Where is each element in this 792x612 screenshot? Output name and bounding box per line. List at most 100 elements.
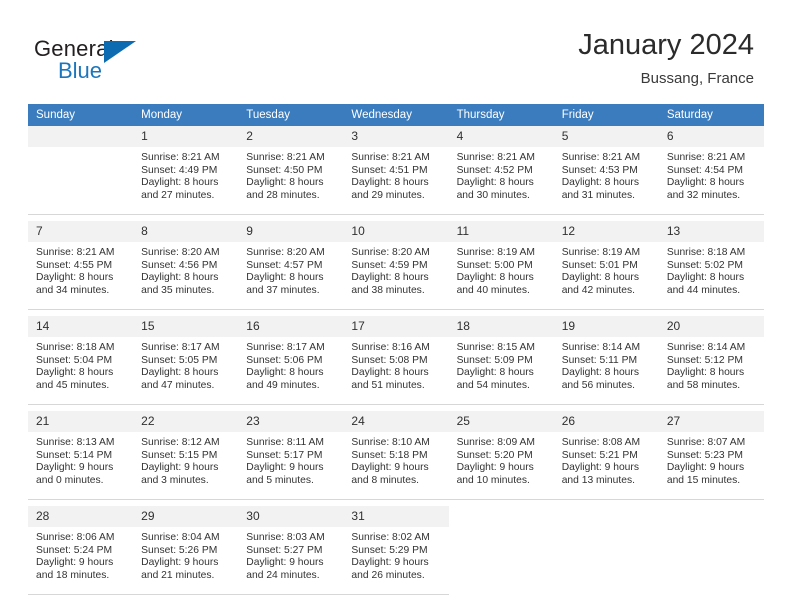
calendar-day-cell[interactable]: 31 Sunrise: 8:02 AM Sunset: 5:29 PM Dayligh… [343,506,449,595]
calendar-day-cell [554,506,659,595]
calendar-day-number [28,126,134,147]
calendar-day-cell[interactable]: 10 Sunrise: 8:20 AM Sunset: 4:59 PM Dayligh… [343,221,449,310]
calendar-day-number: 5 [553,126,659,147]
daylight-text-line2: and 47 minutes. [141,379,215,391]
calendar-day-cell[interactable]: 11 Sunrise: 8:19 AM Sunset: 5:00 PM Dayligh… [448,221,554,310]
daylight-text-line2: and 13 minutes. [561,474,635,486]
daylight-text-line2: and 18 minutes. [36,569,110,581]
sunrise-text: Sunrise: 8:20 AM [351,247,430,258]
calendar-day-content: 23 Sunrise: 8:11 AM Sunset: 5:17 PM Dayligh… [238,411,344,500]
daylight-text-line1: Daylight: 8 hours [141,177,219,189]
calendar-day-cell[interactable]: 13 Sunrise: 8:18 AM Sunset: 5:02 PM Dayligh… [658,221,764,310]
calendar-day-content: 27 Sunrise: 8:07 AM Sunset: 5:23 PM Dayligh… [658,411,764,500]
calendar-day-number: 25 [448,411,554,432]
calendar-day-number: 8 [133,221,239,242]
sunrise-text: Sunrise: 8:21 AM [351,152,430,163]
daylight-text-line2: and 51 minutes. [351,379,425,391]
daylight-text-line2: and 32 minutes. [666,189,741,201]
calendar-table: Sunday Monday Tuesday Wednesday Thursday… [28,104,764,595]
daylight-text-line1: Daylight: 9 hours [36,557,114,569]
calendar-day-cell[interactable]: 27 Sunrise: 8:07 AM Sunset: 5:23 PM Dayligh… [658,411,764,500]
calendar-day-cell[interactable]: 1 Sunrise: 8:21 AM Sunset: 4:49 PM Daylight… [133,126,239,215]
calendar-day-details: Sunrise: 8:21 AM Sunset: 4:52 PM Daylight:… [449,147,554,202]
calendar-day-cell[interactable]: 30 Sunrise: 8:03 AM Sunset: 5:27 PM Dayligh… [238,506,344,595]
sunrise-text: Sunrise: 8:21 AM [456,152,535,163]
calendar-week-row: 14 Sunrise: 8:18 AM Sunset: 5:04 PM Dayligh… [28,316,764,405]
calendar-day-cell[interactable] [28,126,134,215]
brand-logo[interactable]: General Blue [34,36,154,84]
calendar-day-cell[interactable]: 24 Sunrise: 8:10 AM Sunset: 5:18 PM Dayligh… [343,411,449,500]
daylight-text-line1: Daylight: 8 hours [141,367,219,379]
sunrise-text: Sunrise: 8:19 AM [456,247,535,258]
calendar-week-row: 28 Sunrise: 8:06 AM Sunset: 5:24 PM Dayligh… [28,506,764,595]
sunset-text: Sunset: 4:59 PM [351,259,428,271]
sunset-text: Sunset: 5:17 PM [246,449,323,461]
calendar-day-content: 10 Sunrise: 8:20 AM Sunset: 4:59 PM Dayligh… [343,221,449,310]
calendar-day-cell[interactable]: 14 Sunrise: 8:18 AM Sunset: 5:04 PM Dayligh… [28,316,134,405]
calendar-day-cell [449,506,554,595]
calendar-day-cell[interactable]: 21 Sunrise: 8:13 AM Sunset: 5:14 PM Dayligh… [28,411,134,500]
sunrise-text: Sunrise: 8:03 AM [246,532,325,543]
daylight-text-line1: Daylight: 8 hours [246,367,324,379]
calendar-day-number: 14 [28,316,134,337]
calendar-day-cell[interactable]: 2 Sunrise: 8:21 AM Sunset: 4:50 PM Daylight… [238,126,344,215]
calendar-day-number: 15 [133,316,239,337]
calendar-day-number: 23 [238,411,344,432]
page-subtitle-location: Bussang, France [640,70,754,87]
sunset-text: Sunset: 4:49 PM [141,164,218,176]
calendar-day-cell[interactable]: 15 Sunrise: 8:17 AM Sunset: 5:05 PM Dayligh… [133,316,239,405]
calendar-day-content: 16 Sunrise: 8:17 AM Sunset: 5:06 PM Dayligh… [238,316,344,405]
calendar-day-cell[interactable]: 4 Sunrise: 8:21 AM Sunset: 4:52 PM Daylight… [448,126,554,215]
daylight-text-line1: Daylight: 8 hours [456,367,534,379]
calendar-day-content: 2 Sunrise: 8:21 AM Sunset: 4:50 PM Daylight… [238,126,344,215]
calendar-day-number: 18 [448,316,554,337]
sunrise-text: Sunrise: 8:09 AM [456,437,535,448]
calendar-day-cell[interactable]: 7 Sunrise: 8:21 AM Sunset: 4:55 PM Daylight… [28,221,134,310]
calendar-day-content: 17 Sunrise: 8:16 AM Sunset: 5:08 PM Dayligh… [343,316,449,405]
daylight-text-line1: Daylight: 8 hours [246,272,324,284]
calendar-day-cell[interactable]: 29 Sunrise: 8:04 AM Sunset: 5:26 PM Dayligh… [133,506,239,595]
calendar-day-cell[interactable]: 12 Sunrise: 8:19 AM Sunset: 5:01 PM Dayligh… [553,221,659,310]
sunset-text: Sunset: 5:12 PM [666,354,743,366]
weekday-header-thursday: Thursday [448,104,554,126]
calendar-day-details: Sunrise: 8:17 AM Sunset: 5:06 PM Daylight:… [238,337,343,392]
sunset-text: Sunset: 4:56 PM [141,259,218,271]
calendar-day-details: Sunrise: 8:10 AM Sunset: 5:18 PM Daylight:… [343,432,448,487]
calendar-day-cell[interactable]: 5 Sunrise: 8:21 AM Sunset: 4:53 PM Daylight… [553,126,659,215]
calendar-day-cell[interactable]: 8 Sunrise: 8:20 AM Sunset: 4:56 PM Daylight… [133,221,239,310]
sunset-text: Sunset: 5:18 PM [351,449,428,461]
calendar-day-content: 14 Sunrise: 8:18 AM Sunset: 5:04 PM Dayligh… [28,316,134,405]
calendar-day-content: 15 Sunrise: 8:17 AM Sunset: 5:05 PM Dayligh… [133,316,239,405]
calendar-day-cell[interactable]: 9 Sunrise: 8:20 AM Sunset: 4:57 PM Daylight… [238,221,344,310]
sunset-text: Sunset: 5:21 PM [561,449,638,461]
calendar-page: General Blue January 2024 Bussang, Franc… [0,0,792,612]
calendar-day-cell[interactable]: 18 Sunrise: 8:15 AM Sunset: 5:09 PM Dayligh… [448,316,554,405]
calendar-day-cell[interactable]: 6 Sunrise: 8:21 AM Sunset: 4:54 PM Daylight… [658,126,764,215]
calendar-day-cell[interactable]: 26 Sunrise: 8:08 AM Sunset: 5:21 PM Dayligh… [553,411,659,500]
calendar-weekday-header-row: Sunday Monday Tuesday Wednesday Thursday… [28,104,764,126]
calendar-day-cell[interactable]: 3 Sunrise: 8:21 AM Sunset: 4:51 PM Daylight… [343,126,449,215]
daylight-text-line2: and 31 minutes. [561,189,635,201]
daylight-text-line1: Daylight: 8 hours [456,272,534,284]
calendar-day-cell[interactable]: 22 Sunrise: 8:12 AM Sunset: 5:15 PM Dayligh… [133,411,239,500]
calendar-day-cell[interactable]: 28 Sunrise: 8:06 AM Sunset: 5:24 PM Dayligh… [28,506,134,595]
calendar-day-details: Sunrise: 8:19 AM Sunset: 5:00 PM Daylight:… [449,242,554,297]
calendar-day-cell[interactable]: 20 Sunrise: 8:14 AM Sunset: 5:12 PM Dayligh… [658,316,764,405]
calendar-day-cell[interactable]: 16 Sunrise: 8:17 AM Sunset: 5:06 PM Dayligh… [238,316,344,405]
calendar-day-cell[interactable]: 17 Sunrise: 8:16 AM Sunset: 5:08 PM Dayligh… [343,316,449,405]
calendar-day-content: 3 Sunrise: 8:21 AM Sunset: 4:51 PM Daylight… [343,126,449,215]
calendar-day-number: 17 [343,316,449,337]
daylight-text-line1: Daylight: 9 hours [246,462,324,474]
sunrise-text: Sunrise: 8:20 AM [141,247,220,258]
calendar-day-details: Sunrise: 8:17 AM Sunset: 5:05 PM Daylight:… [133,337,238,392]
calendar-day-cell[interactable]: 23 Sunrise: 8:11 AM Sunset: 5:17 PM Dayligh… [238,411,344,500]
calendar-day-cell [659,506,764,595]
calendar-day-details: Sunrise: 8:06 AM Sunset: 5:24 PM Daylight:… [28,527,133,582]
sunrise-text: Sunrise: 8:21 AM [246,152,325,163]
calendar-day-cell[interactable]: 25 Sunrise: 8:09 AM Sunset: 5:20 PM Dayligh… [448,411,554,500]
daylight-text-line2: and 38 minutes. [351,284,425,296]
calendar-week-row: 7 Sunrise: 8:21 AM Sunset: 4:55 PM Daylight… [28,221,764,310]
weekday-header-wednesday: Wednesday [343,104,449,126]
calendar-day-cell[interactable]: 19 Sunrise: 8:14 AM Sunset: 5:11 PM Dayligh… [553,316,659,405]
sunset-text: Sunset: 4:54 PM [666,164,743,176]
